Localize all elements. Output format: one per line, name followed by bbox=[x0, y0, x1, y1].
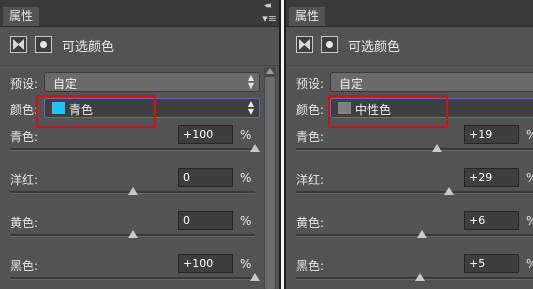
mask-icon[interactable] bbox=[10, 36, 27, 53]
panel-divider-line bbox=[281, 0, 284, 289]
slider-track[interactable] bbox=[296, 191, 533, 194]
percent-unit: % bbox=[526, 171, 533, 185]
slider-label: 洋红: bbox=[10, 173, 39, 187]
slider-value-input[interactable]: +5 bbox=[464, 254, 519, 273]
slider-label: 黑色: bbox=[10, 259, 39, 273]
tab-properties[interactable]: 属性 bbox=[3, 7, 40, 26]
preset-value: 自定 bbox=[53, 77, 78, 91]
tab-bar: 属性 bbox=[286, 0, 533, 27]
properties-panel-right: 属性 可选颜色 预设: 自定 颜色: 中性色 青色:+19%洋红:+29%黄色:… bbox=[286, 0, 533, 289]
percent-unit: % bbox=[240, 214, 252, 228]
mask-icon[interactable] bbox=[296, 36, 313, 53]
slider-track[interactable] bbox=[296, 234, 533, 237]
slider-value-input[interactable]: +19 bbox=[464, 125, 519, 144]
scroll-up-icon[interactable] bbox=[266, 68, 274, 74]
slider-value-input[interactable]: +100 bbox=[178, 125, 233, 144]
color-label: 颜色: bbox=[10, 103, 39, 117]
slider-value-input[interactable]: +29 bbox=[464, 168, 519, 187]
slider-thumb[interactable] bbox=[443, 187, 454, 195]
slider-thumb[interactable] bbox=[127, 230, 138, 238]
slider-track[interactable] bbox=[10, 148, 255, 151]
preset-select[interactable]: 自定 ▲ ▼ bbox=[44, 72, 260, 92]
slider-label: 青色: bbox=[10, 130, 39, 144]
slider-value-input[interactable]: +100 bbox=[178, 254, 233, 273]
percent-unit: % bbox=[526, 257, 533, 271]
highlight-box bbox=[36, 95, 156, 128]
tab-properties[interactable]: 属性 bbox=[289, 7, 326, 26]
percent-unit: % bbox=[526, 214, 533, 228]
slider-label: 洋红: bbox=[296, 173, 325, 187]
color-label: 颜色: bbox=[296, 103, 325, 117]
highlight-box bbox=[328, 95, 448, 128]
slider-label: 黄色: bbox=[296, 216, 325, 230]
panel-menu-icon[interactable]: ▾≡ bbox=[262, 12, 277, 25]
slider-label: 黄色: bbox=[10, 216, 39, 230]
slider-track[interactable] bbox=[296, 148, 533, 151]
slider-thumb[interactable] bbox=[250, 144, 260, 152]
tab-bar: 属性 ◂◂ ▾≡ bbox=[0, 0, 279, 27]
slider-value-input[interactable]: 0 bbox=[178, 211, 233, 230]
updown-arrows-icon: ▲ ▼ bbox=[247, 73, 255, 90]
percent-unit: % bbox=[526, 128, 533, 142]
updown-arrows-icon: ▲ ▼ bbox=[247, 99, 255, 116]
scrollbar[interactable] bbox=[264, 67, 276, 289]
scroll-thumb[interactable] bbox=[265, 77, 275, 289]
percent-unit: % bbox=[240, 257, 252, 271]
percent-unit: % bbox=[240, 128, 252, 142]
slider-track[interactable] bbox=[10, 277, 255, 280]
preset-select[interactable]: 自定 bbox=[330, 72, 533, 92]
preset-value: 自定 bbox=[339, 77, 364, 91]
adjustment-header: 可选颜色 bbox=[286, 27, 533, 66]
adjustment-header: 可选颜色 bbox=[0, 27, 279, 66]
properties-panel-left: 属性 ◂◂ ▾≡ 可选颜色 预设: 自定 ▲ ▼ 颜色: 青色 ▲ ▼ 青色: +10… bbox=[0, 0, 279, 289]
adjustment-layer-icon[interactable] bbox=[35, 36, 52, 53]
adjustment-title: 可选颜色 bbox=[348, 40, 401, 55]
adjustment-title: 可选颜色 bbox=[62, 40, 115, 55]
slider-thumb[interactable] bbox=[415, 273, 426, 281]
collapse-icon[interactable]: ◂◂ bbox=[264, 1, 271, 11]
adjustment-layer-icon[interactable] bbox=[321, 36, 338, 53]
preset-label: 预设: bbox=[296, 77, 325, 91]
slider-value-input[interactable]: +6 bbox=[464, 211, 519, 230]
slider-label: 黑色: bbox=[296, 259, 325, 273]
slider-label: 青色: bbox=[296, 130, 325, 144]
slider-thumb[interactable] bbox=[127, 187, 138, 195]
slider-thumb[interactable] bbox=[416, 230, 427, 238]
slider-thumb[interactable] bbox=[250, 273, 260, 281]
preset-label: 预设: bbox=[10, 77, 39, 91]
slider-thumb[interactable] bbox=[432, 144, 442, 152]
slider-value-input[interactable]: 0 bbox=[178, 168, 233, 187]
percent-unit: % bbox=[240, 171, 252, 185]
